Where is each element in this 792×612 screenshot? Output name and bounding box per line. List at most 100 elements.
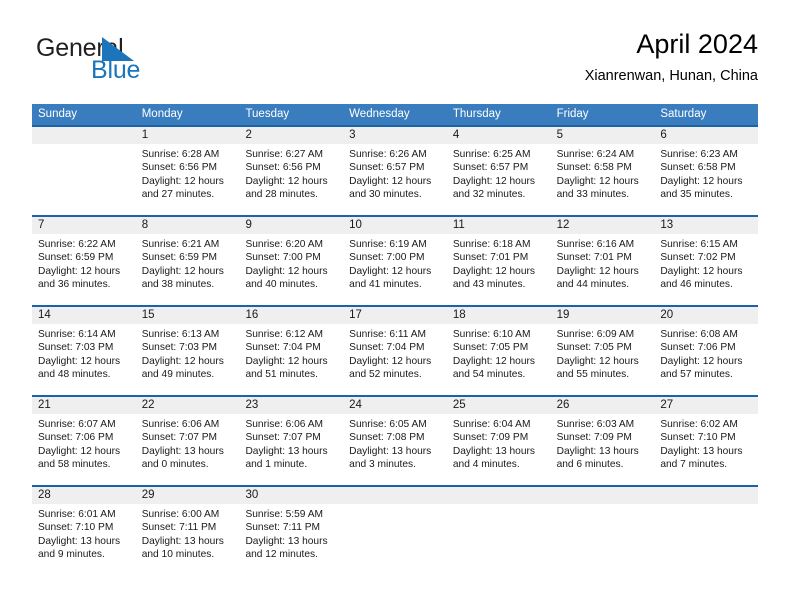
day-details: Sunrise: 6:04 AM Sunset: 7:09 PM Daylight:… [447, 414, 551, 471]
day-number-band: 27 [654, 397, 759, 414]
daylight-duration-line1: Daylight: 12 hours [556, 265, 639, 277]
day-number-band: 23 [239, 397, 344, 414]
day-cell[interactable]: 25 Sunrise: 6:04 AM Sunset: 7:09 PM Dayligh… [446, 397, 551, 485]
sunset-time: Sunset: 7:09 PM [556, 432, 632, 444]
day-number: 25 [452, 399, 466, 411]
day-number: 8 [141, 219, 149, 231]
day-cell-empty [654, 487, 759, 573]
day-details: Sunrise: 6:01 AM Sunset: 7:10 PM Daylight:… [32, 504, 136, 561]
day-cell[interactable]: 22 Sunrise: 6:06 AM Sunset: 7:07 PM Dayligh… [135, 397, 240, 485]
day-cell[interactable]: 23 Sunrise: 6:06 AM Sunset: 7:07 PM Dayligh… [239, 397, 344, 485]
day-cell[interactable]: 21 Sunrise: 6:07 AM Sunset: 7:06 PM Dayligh… [32, 397, 136, 485]
day-cell[interactable]: 6 Sunrise: 6:23 AM Sunset: 6:58 PM Daylight… [654, 127, 759, 215]
day-number: 26 [556, 399, 570, 411]
general-blue-logo[interactable]: General Blue [34, 34, 264, 94]
day-cell[interactable]: 17 Sunrise: 6:11 AM Sunset: 7:04 PM Dayligh… [343, 307, 447, 395]
daylight-duration-line2: and 10 minutes. [141, 548, 215, 560]
day-details: Sunrise: 6:15 AM Sunset: 7:02 PM Daylight:… [654, 234, 758, 291]
day-cell[interactable]: 14 Sunrise: 6:14 AM Sunset: 7:03 PM Dayligh… [32, 307, 136, 395]
sunrise-time: Sunrise: 6:13 AM [141, 329, 220, 340]
daylight-duration-line2: and 6 minutes. [556, 458, 624, 470]
day-cell[interactable]: 11 Sunrise: 6:18 AM Sunset: 7:01 PM Dayligh… [446, 217, 551, 305]
day-cell[interactable]: 4 Sunrise: 6:25 AM Sunset: 6:57 PM Daylight… [446, 127, 551, 215]
day-details: Sunrise: 6:08 AM Sunset: 7:06 PM Daylight:… [654, 324, 758, 381]
sunset-time: Sunset: 7:01 PM [452, 252, 529, 264]
day-number-band: 21 [32, 397, 136, 414]
daylight-duration-line2: and 3 minutes. [349, 458, 416, 470]
day-cell[interactable]: 5 Sunrise: 6:24 AM Sunset: 6:58 PM Daylight… [550, 127, 655, 215]
day-number-band: 11 [446, 217, 551, 234]
day-number: 4 [452, 129, 460, 141]
page-title: April 2024 [636, 29, 758, 59]
sunrise-time: Sunrise: 6:26 AM [349, 149, 427, 160]
day-details: Sunrise: 6:13 AM Sunset: 7:03 PM Daylight:… [136, 324, 240, 381]
day-details: Sunrise: 6:14 AM Sunset: 7:03 PM Daylight:… [32, 324, 136, 381]
sunset-time: Sunset: 7:11 PM [141, 522, 217, 534]
sunset-time: Sunset: 7:00 PM [349, 252, 425, 264]
page-subtitle-location: Xianrenwan, Hunan, China [584, 68, 758, 84]
daylight-duration-line2: and 54 minutes. [452, 368, 526, 380]
weekday-header-thursday: Thursday [452, 108, 501, 120]
day-number-band: 22 [135, 397, 240, 414]
day-cell[interactable]: 26 Sunrise: 6:03 AM Sunset: 7:09 PM Dayligh… [550, 397, 655, 485]
weekday-header-saturday: Saturday [660, 108, 707, 120]
day-cell[interactable]: 10 Sunrise: 6:19 AM Sunset: 7:00 PM Dayligh… [343, 217, 447, 305]
day-cell[interactable]: 3 Sunrise: 6:26 AM Sunset: 6:57 PM Daylight… [343, 127, 447, 215]
sunrise-time: Sunrise: 6:05 AM [349, 419, 427, 430]
day-cell[interactable]: 28 Sunrise: 6:01 AM Sunset: 7:10 PM Dayligh… [32, 487, 136, 573]
day-details: Sunrise: 6:07 AM Sunset: 7:06 PM Daylight:… [32, 414, 136, 471]
day-cell[interactable]: 15 Sunrise: 6:13 AM Sunset: 7:03 PM Dayligh… [135, 307, 240, 395]
sunset-time: Sunset: 7:11 PM [245, 522, 320, 534]
daylight-duration-line2: and 27 minutes. [141, 188, 215, 200]
sunrise-time: Sunrise: 6:21 AM [141, 239, 220, 250]
daylight-duration-line1: Daylight: 13 hours [245, 445, 328, 457]
daylight-duration-line1: Daylight: 13 hours [452, 445, 535, 457]
sunrise-time: Sunrise: 6:25 AM [452, 149, 531, 160]
sunset-time: Sunset: 6:58 PM [556, 162, 632, 174]
day-cell[interactable]: 9 Sunrise: 6:20 AM Sunset: 7:00 PM Daylight… [239, 217, 344, 305]
day-cell[interactable]: 24 Sunrise: 6:05 AM Sunset: 7:08 PM Dayligh… [343, 397, 447, 485]
daylight-duration-line2: and 58 minutes. [38, 458, 111, 470]
day-cell[interactable]: 18 Sunrise: 6:10 AM Sunset: 7:05 PM Dayligh… [446, 307, 551, 395]
day-cell[interactable]: 2 Sunrise: 6:27 AM Sunset: 6:56 PM Daylight… [239, 127, 344, 215]
day-number: 22 [141, 399, 155, 411]
day-number-band: 17 [343, 307, 447, 324]
day-cell[interactable]: 20 Sunrise: 6:08 AM Sunset: 7:06 PM Dayligh… [654, 307, 759, 395]
sunrise-time: Sunrise: 6:16 AM [556, 239, 635, 250]
day-cell[interactable]: 7 Sunrise: 6:22 AM Sunset: 6:59 PM Daylight… [32, 217, 136, 305]
sunset-time: Sunset: 6:56 PM [245, 162, 321, 174]
day-cell[interactable]: 1 Sunrise: 6:28 AM Sunset: 6:56 PM Daylight… [135, 127, 240, 215]
daylight-duration-line1: Daylight: 13 hours [141, 445, 224, 457]
daylight-duration-line2: and 40 minutes. [245, 278, 318, 290]
daylight-duration-line1: Daylight: 13 hours [38, 535, 121, 547]
daylight-duration-line2: and 43 minutes. [452, 278, 526, 290]
day-cell[interactable]: 30 Sunrise: 5:59 AM Sunset: 7:11 PM Dayligh… [239, 487, 344, 573]
day-cell[interactable]: 12 Sunrise: 6:16 AM Sunset: 7:01 PM Dayligh… [550, 217, 655, 305]
day-number-band: 13 [654, 217, 759, 234]
sunset-time: Sunset: 7:05 PM [556, 342, 632, 354]
day-cell[interactable]: 13 Sunrise: 6:15 AM Sunset: 7:02 PM Dayligh… [654, 217, 759, 305]
sunrise-time: Sunrise: 6:12 AM [245, 329, 324, 340]
day-details: Sunrise: 6:27 AM Sunset: 6:56 PM Daylight:… [239, 144, 343, 201]
day-details: Sunrise: 6:19 AM Sunset: 7:00 PM Daylight:… [343, 234, 447, 291]
day-cell[interactable]: 19 Sunrise: 6:09 AM Sunset: 7:05 PM Dayligh… [550, 307, 655, 395]
day-number: 10 [349, 219, 362, 231]
day-details: Sunrise: 6:03 AM Sunset: 7:09 PM Daylight:… [551, 414, 655, 471]
day-number-band: 12 [550, 217, 655, 234]
calendar-page: General Blue April 2024 Xianrenwan, Huna… [0, 0, 792, 612]
day-cell[interactable]: 8 Sunrise: 6:21 AM Sunset: 6:59 PM Daylight… [135, 217, 240, 305]
day-details: Sunrise: 6:05 AM Sunset: 7:08 PM Daylight:… [343, 414, 447, 471]
sunset-time: Sunset: 7:10 PM [660, 432, 736, 444]
day-cell[interactable]: 29 Sunrise: 6:00 AM Sunset: 7:11 PM Dayligh… [135, 487, 240, 573]
weekday-header-sunday: Sunday [38, 108, 78, 120]
daylight-duration-line1: Daylight: 13 hours [141, 535, 224, 547]
calendar-week-row: 14 Sunrise: 6:14 AM Sunset: 7:03 PM Dayligh… [32, 305, 759, 395]
daylight-duration-line2: and 32 minutes. [452, 188, 526, 200]
day-cell[interactable]: 16 Sunrise: 6:12 AM Sunset: 7:04 PM Dayligh… [239, 307, 344, 395]
weekday-header-wednesday: Wednesday [349, 108, 410, 120]
daylight-duration-line1: Daylight: 12 hours [660, 355, 743, 367]
day-cell[interactable]: 27 Sunrise: 6:02 AM Sunset: 7:10 PM Dayligh… [654, 397, 759, 485]
sunset-time: Sunset: 7:03 PM [38, 342, 114, 354]
sunset-time: Sunset: 7:04 PM [349, 342, 425, 354]
page-header: General Blue April 2024 Xianrenwan, Huna… [34, 28, 758, 100]
